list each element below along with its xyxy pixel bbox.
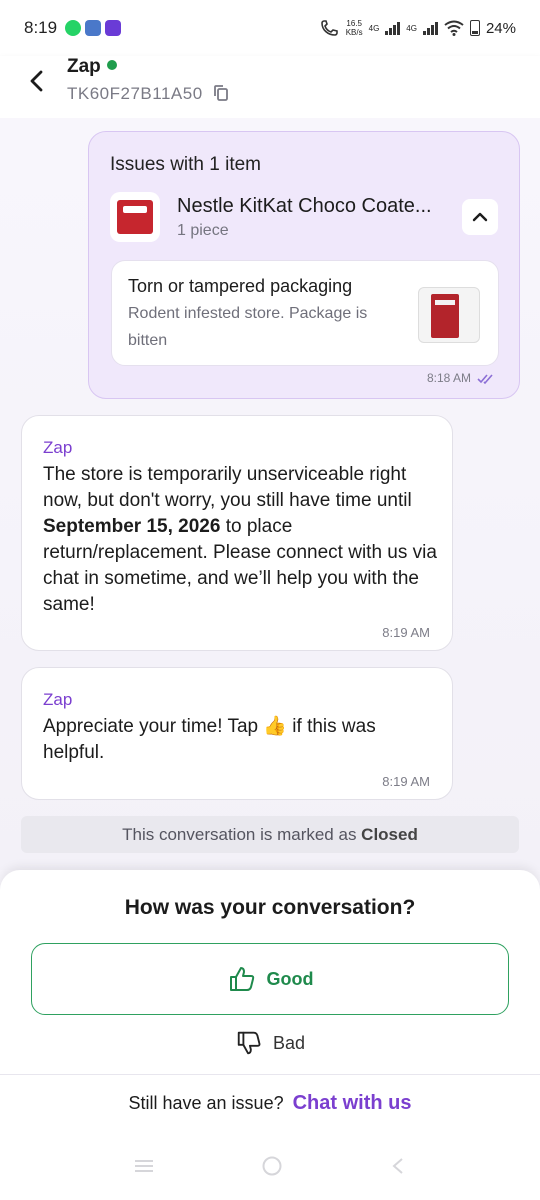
message-text-part: The store is temporarily unserviceable r… xyxy=(43,464,412,511)
issue-photo-thumbnail[interactable] xyxy=(418,287,480,343)
agent-name: Zap xyxy=(67,56,101,77)
message-text: The store is temporarily unserviceable r… xyxy=(43,462,438,618)
issue-heading: Issues with 1 item xyxy=(110,154,261,175)
system-nav-bar xyxy=(0,1136,540,1200)
message-time: 8:18 AM xyxy=(426,371,471,385)
app-notification-icon xyxy=(85,20,102,36)
back-button[interactable] xyxy=(22,66,52,96)
issue-reason-title: Torn or tampered packaging xyxy=(128,276,353,296)
good-feedback-button[interactable]: Good xyxy=(31,943,509,1015)
issue-reason-description: Rodent infested store. Package is bitten xyxy=(128,305,368,349)
still-have-issue: Still have an issue? Chat with us xyxy=(0,1092,540,1115)
bad-feedback-button[interactable]: Bad xyxy=(0,1028,540,1058)
copy-icon[interactable] xyxy=(212,84,230,102)
nav-back-button[interactable] xyxy=(389,1156,407,1181)
chat-header: Zap TK60F27B11A50 xyxy=(0,56,540,118)
net-speed-value: 16.5 xyxy=(346,19,362,28)
product-name: Nestle KitKat Choco Coate... xyxy=(177,195,432,217)
battery-icon xyxy=(469,20,480,36)
home-button[interactable] xyxy=(261,1155,283,1182)
net-speed-unit: KB/s xyxy=(345,28,363,37)
chat-area[interactable]: Issues with 1 item Nestle KitKat Choco C… xyxy=(0,118,540,870)
still-issue-text: Still have an issue? xyxy=(128,1093,284,1113)
thumbs-up-icon xyxy=(229,967,254,991)
feedback-sheet: How was your conversation? Good Bad Stil… xyxy=(0,870,540,1136)
app-notification-icon-2 xyxy=(105,20,122,36)
chat-with-us-link[interactable]: Chat with us xyxy=(293,1092,412,1114)
bad-label: Bad xyxy=(272,1032,306,1053)
conversation-closed-banner: This conversation is marked as Closed xyxy=(21,816,519,853)
closed-banner-text: This conversation is marked as xyxy=(122,825,362,844)
wifi-icon xyxy=(444,20,464,36)
message-text: Appreciate your time! Tap 👍 if this was … xyxy=(43,716,376,763)
signal-icon-2 xyxy=(422,21,438,35)
chevron-up-icon xyxy=(472,212,488,222)
message-sender: Zap xyxy=(43,438,73,457)
divider xyxy=(0,1074,540,1075)
net-type-1: 4G xyxy=(368,23,380,33)
ticket-id: TK60F27B11A50 xyxy=(67,84,230,104)
whatsapp-icon xyxy=(65,20,82,36)
closed-status: Closed xyxy=(361,825,418,844)
bot-message: Zap The store is temporarily unserviceab… xyxy=(21,415,453,651)
status-time: 8:19 xyxy=(24,18,58,37)
recent-apps-button[interactable] xyxy=(133,1158,155,1179)
nav-back-icon xyxy=(392,1157,403,1174)
good-label: Good xyxy=(266,968,314,989)
issue-reason-box: Torn or tampered packaging Rodent infest… xyxy=(111,260,499,366)
online-status-dot xyxy=(106,60,117,70)
bot-message: Zap Appreciate your time! Tap 👍 if this … xyxy=(21,667,453,800)
net-type-2: 4G xyxy=(406,23,417,33)
ticket-id-text: TK60F27B11A50 xyxy=(67,84,203,103)
status-bar: 8:19 16.5 KB/s 4G 4G 24% xyxy=(0,0,540,56)
message-bold-date: September 15, 2026 xyxy=(43,516,221,537)
chat-title: Zap xyxy=(67,56,117,78)
call-icon xyxy=(320,20,338,36)
menu-lines-icon xyxy=(135,1159,153,1172)
message-time: 8:19 AM xyxy=(382,625,430,640)
status-indicators: 16.5 KB/s 4G 4G 24% xyxy=(320,19,516,37)
thumbs-down-icon xyxy=(237,1031,261,1055)
back-arrow-icon xyxy=(30,70,43,92)
product-image xyxy=(110,192,160,242)
net-speed: 16.5 KB/s xyxy=(346,19,363,37)
battery-level: 24% xyxy=(485,19,516,37)
collapse-button[interactable] xyxy=(462,199,498,235)
issue-summary-card: Issues with 1 item Nestle KitKat Choco C… xyxy=(88,131,520,399)
double-check-icon xyxy=(477,374,493,385)
feedback-title: How was your conversation? xyxy=(124,896,416,919)
product-quantity: 1 piece xyxy=(177,222,229,239)
home-circle-icon xyxy=(262,1156,282,1175)
message-sender: Zap xyxy=(43,690,73,709)
message-time: 8:19 AM xyxy=(382,774,430,789)
signal-icon xyxy=(385,21,401,35)
